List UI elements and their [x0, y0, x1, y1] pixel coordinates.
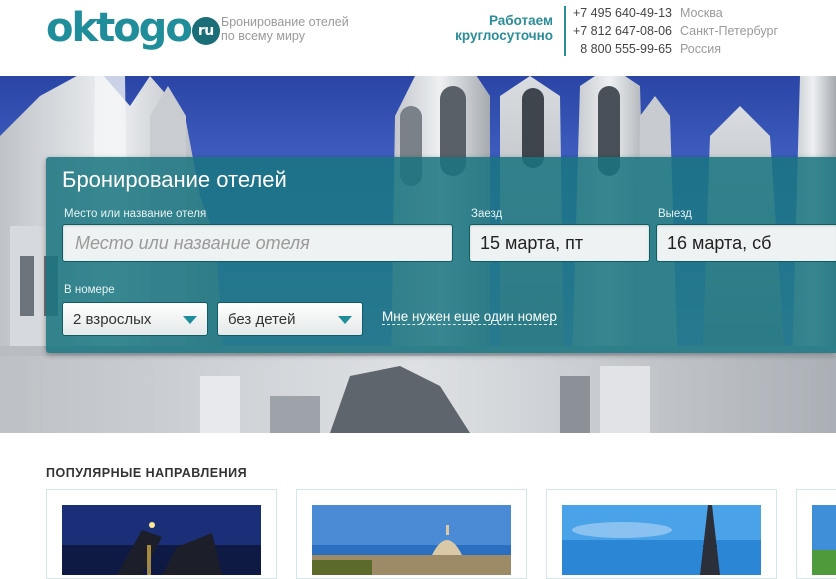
popular-destinations-heading: ПОПУЛЯРНЫЕ НАПРАВЛЕНИЯ: [46, 466, 248, 480]
tagline-line-2: по всему миру: [221, 29, 305, 43]
logo-wordmark: oktogo: [46, 5, 193, 51]
checkout-date-field[interactable]: 16 марта, сб: [656, 224, 836, 262]
hours-line-2: круглосуточно: [455, 28, 553, 43]
adults-select[interactable]: 2 взрослых: [62, 302, 208, 336]
hotel-search-panel: Бронирование отелей Место или название о…: [46, 157, 836, 353]
destination-image: [62, 505, 261, 575]
phone-list: +7 495 640-49-13 Москва +7 812 647-08-06…: [566, 4, 778, 58]
phone-number[interactable]: +7 812 647-08-06: [566, 24, 672, 38]
destination-image: [312, 505, 511, 575]
site-tagline: Бронирование отелей по всему миру: [221, 15, 349, 43]
working-hours: Работаем круглосуточно: [440, 13, 553, 43]
destination-image: [812, 505, 836, 575]
phone-row-russia: 8 800 555-99-65 Россия: [566, 40, 778, 58]
phone-number[interactable]: 8 800 555-99-65: [566, 42, 672, 56]
destination-image: [562, 505, 761, 575]
checkout-date-value: 16 марта, сб: [667, 232, 772, 253]
checkin-date-field[interactable]: 15 марта, пт: [469, 224, 650, 262]
checkin-label: Заезд: [471, 208, 503, 220]
logo-ru-badge: ru: [191, 17, 220, 45]
add-room-link[interactable]: Мне нужен еще один номер: [382, 309, 557, 325]
search-title: Бронирование отелей: [62, 167, 287, 192]
phone-number[interactable]: +7 495 640-49-13: [566, 6, 672, 20]
chevron-down-icon: [183, 316, 197, 324]
hours-line-1: Работаем: [488, 13, 553, 28]
checkin-date-value: 15 марта, пт: [480, 232, 584, 253]
children-select[interactable]: без детей: [217, 302, 363, 336]
place-search-input[interactable]: [62, 224, 453, 262]
phone-city: Москва: [680, 6, 723, 20]
tagline-line-1: Бронирование отелей: [221, 15, 349, 29]
children-select-value: без детей: [228, 310, 296, 328]
phone-city: Санкт-Петербург: [680, 24, 779, 38]
chevron-down-icon: [338, 316, 352, 324]
room-label: В номере: [64, 284, 115, 296]
place-label: Место или название отеля: [64, 208, 207, 220]
phone-row-spb: +7 812 647-08-06 Санкт-Петербург: [566, 22, 778, 40]
oktogo-logo[interactable]: oktogo ru: [46, 6, 220, 50]
checkout-label: Выезд: [658, 208, 692, 220]
phone-city: Россия: [680, 42, 721, 56]
site-header: oktogo ru Бронирование отелей по всему м…: [0, 0, 836, 76]
adults-select-value: 2 взрослых: [73, 310, 152, 328]
phone-row-moscow: +7 495 640-49-13 Москва: [566, 4, 778, 22]
